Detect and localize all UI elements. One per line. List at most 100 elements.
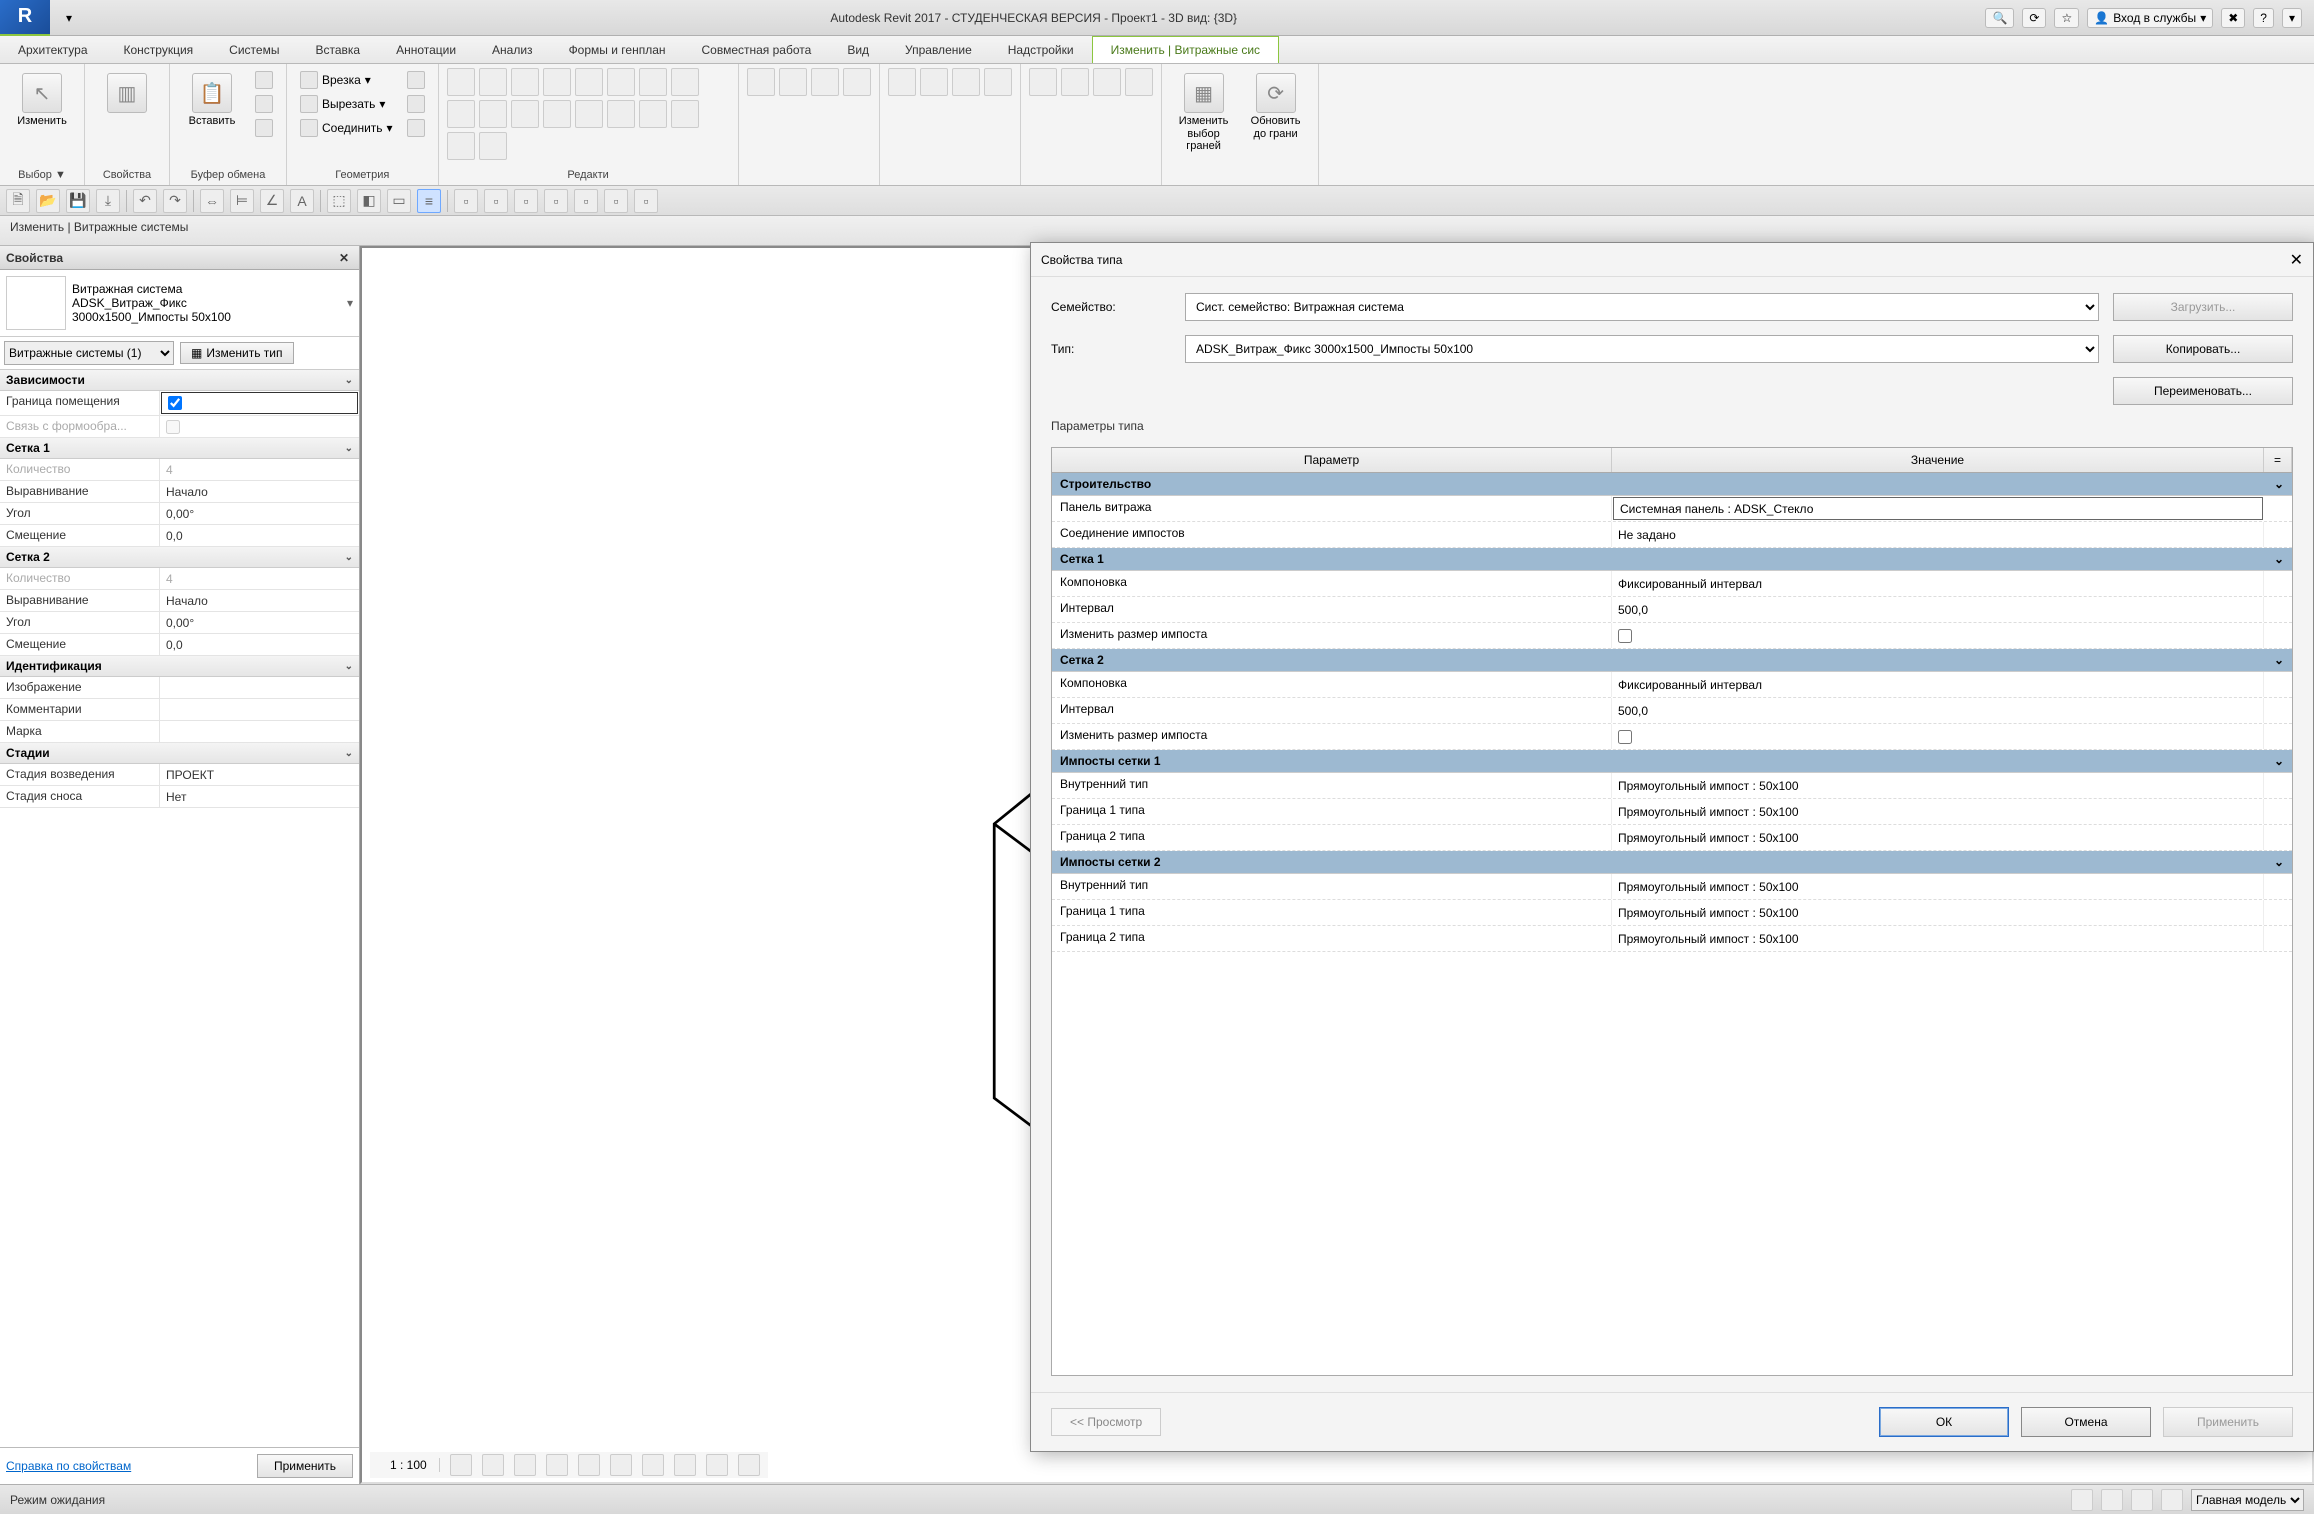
qat-align-icon[interactable]: ⊨ xyxy=(230,189,254,213)
exchange-icon[interactable]: ✖ xyxy=(2221,8,2245,28)
tab-6[interactable]: Формы и генплан xyxy=(551,36,684,63)
cope-button[interactable]: Врезка ▾ xyxy=(295,68,398,92)
rename-button[interactable]: Переименовать... xyxy=(2113,377,2293,405)
prop-value[interactable]: Начало xyxy=(160,590,359,611)
prop-checkbox[interactable] xyxy=(168,396,182,410)
prop-group-0[interactable]: Зависимости⌄ xyxy=(0,370,359,391)
pin-icon[interactable] xyxy=(511,100,539,128)
v4-icon[interactable] xyxy=(843,68,871,96)
reveal-icon[interactable] xyxy=(738,1454,760,1476)
type-group-4[interactable]: Импосты сетки 2⌄ xyxy=(1052,851,2292,874)
split-icon[interactable] xyxy=(671,68,699,96)
prop-group-3[interactable]: Идентификация⌄ xyxy=(0,656,359,677)
qat-t1-icon[interactable]: ▫ xyxy=(514,189,538,213)
delete-icon[interactable] xyxy=(575,100,603,128)
prop-value[interactable]: 4 xyxy=(160,568,359,589)
qat-text-icon[interactable]: A xyxy=(290,189,314,213)
tab-9[interactable]: Управление xyxy=(887,36,990,63)
qat-measure-icon[interactable]: ⇔ xyxy=(200,189,224,213)
type-selector[interactable]: Витражная система ADSK_Витраж_Фикс 3000x… xyxy=(0,270,359,337)
tool14-icon[interactable] xyxy=(607,100,635,128)
offset-icon[interactable] xyxy=(479,68,507,96)
family-select[interactable]: Сист. семейство: Витражная система xyxy=(1185,293,2099,321)
type-group-0[interactable]: Строительство⌄ xyxy=(1052,473,2292,496)
type-param-value[interactable]: 500,0 xyxy=(1612,597,2264,622)
prop-value[interactable] xyxy=(160,721,359,742)
c4-icon[interactable] xyxy=(1125,68,1153,96)
m2-icon[interactable] xyxy=(920,68,948,96)
crop-icon[interactable] xyxy=(610,1454,632,1476)
prop-value[interactable] xyxy=(160,699,359,720)
type-param-value[interactable]: Фиксированный интервал xyxy=(1612,672,2264,697)
tab-8[interactable]: Вид xyxy=(829,36,887,63)
move-icon[interactable] xyxy=(543,68,571,96)
duplicate-button[interactable]: Копировать... xyxy=(2113,335,2293,363)
dialog-close-icon[interactable]: ✕ xyxy=(2290,250,2303,270)
tab-0[interactable]: Архитектура xyxy=(0,36,106,63)
qat-t4-icon[interactable]: ▫ xyxy=(604,189,628,213)
sun-path-icon[interactable] xyxy=(514,1454,536,1476)
trim-icon[interactable] xyxy=(639,68,667,96)
qat-open2-icon[interactable]: 📂 xyxy=(36,189,60,213)
close-icon[interactable]: ✕ xyxy=(335,251,353,265)
ok-button[interactable]: ОК xyxy=(1879,1407,2009,1437)
qat-section-icon[interactable]: ◧ xyxy=(357,189,381,213)
qat-thinlines-icon[interactable]: ≡ xyxy=(417,189,441,213)
tool15-icon[interactable] xyxy=(639,100,667,128)
copy-button[interactable] xyxy=(250,92,278,116)
cancel-button[interactable]: Отмена xyxy=(2021,1407,2151,1437)
c1-icon[interactable] xyxy=(1029,68,1057,96)
edit-type-button[interactable]: ▦ Изменить тип xyxy=(180,342,294,364)
star-icon[interactable]: ☆ xyxy=(2054,8,2079,28)
load-button[interactable]: Загрузить... xyxy=(2113,293,2293,321)
detail-level-icon[interactable] xyxy=(450,1454,472,1476)
qat-3d-icon[interactable]: ⬚ xyxy=(327,189,351,213)
tab-5[interactable]: Анализ xyxy=(474,36,551,63)
sb4-icon[interactable] xyxy=(2161,1489,2183,1511)
recent-icon[interactable]: ⟳ xyxy=(2022,8,2046,28)
align-icon[interactable] xyxy=(447,68,475,96)
cut-button[interactable] xyxy=(250,68,278,92)
visual-style-icon[interactable] xyxy=(482,1454,504,1476)
qat-new-icon[interactable]: 🗎 xyxy=(6,189,30,213)
prop-value[interactable]: 0,0 xyxy=(160,525,359,546)
tab-7[interactable]: Совместная работа xyxy=(684,36,830,63)
sb2-icon[interactable] xyxy=(2101,1489,2123,1511)
prop-value[interactable]: 0,00° xyxy=(160,612,359,633)
tab-1[interactable]: Конструкция xyxy=(106,36,212,63)
qat-redo-icon[interactable]: ↷ xyxy=(163,189,187,213)
copy2-icon[interactable] xyxy=(575,68,603,96)
qat-undo-icon[interactable]: ↶ xyxy=(133,189,157,213)
rendering-icon[interactable] xyxy=(578,1454,600,1476)
help-icon[interactable]: ? xyxy=(2253,8,2274,28)
properties-button[interactable]: ▥ xyxy=(93,68,161,118)
c3-icon[interactable] xyxy=(1093,68,1121,96)
edit-face-button[interactable]: ▦Изменить выбор граней xyxy=(1170,68,1238,158)
geom-ext1[interactable] xyxy=(402,68,430,92)
update-face-button[interactable]: ⟳Обновить до грани xyxy=(1242,68,1310,145)
qat-close-icon[interactable]: ▫ xyxy=(454,189,478,213)
tab-10[interactable]: Надстройки xyxy=(990,36,1092,63)
qat-thin-icon[interactable]: ▭ xyxy=(387,189,411,213)
app-logo[interactable]: R xyxy=(0,0,50,36)
chevron-down-icon[interactable]: ▾ xyxy=(347,296,353,310)
prop-value[interactable] xyxy=(160,677,359,698)
shadows-icon[interactable] xyxy=(546,1454,568,1476)
m3-icon[interactable] xyxy=(952,68,980,96)
type-param-value[interactable]: Фиксированный интервал xyxy=(1612,571,2264,596)
type-param-value[interactable]: 500,0 xyxy=(1612,698,2264,723)
prop-value[interactable]: 0,00° xyxy=(160,503,359,524)
paste-button[interactable]: 📋Вставить xyxy=(178,68,246,133)
geom-ext3[interactable] xyxy=(402,116,430,140)
qat-t3-icon[interactable]: ▫ xyxy=(574,189,598,213)
type-select[interactable]: ADSK_Витраж_Фикс 3000x1500_Импосты 50x10… xyxy=(1185,335,2099,363)
prop-group-4[interactable]: Стадии⌄ xyxy=(0,743,359,764)
join-button[interactable]: Соединить ▾ xyxy=(295,116,398,140)
binoculars-icon[interactable]: 🔍 xyxy=(1985,8,2014,28)
tool18-icon[interactable] xyxy=(479,132,507,160)
type-param-value[interactable] xyxy=(1612,623,2264,648)
sb1-icon[interactable] xyxy=(2071,1489,2093,1511)
type-checkbox[interactable] xyxy=(1618,730,1632,744)
prop-value[interactable]: Начало xyxy=(160,481,359,502)
match-button[interactable] xyxy=(250,116,278,140)
